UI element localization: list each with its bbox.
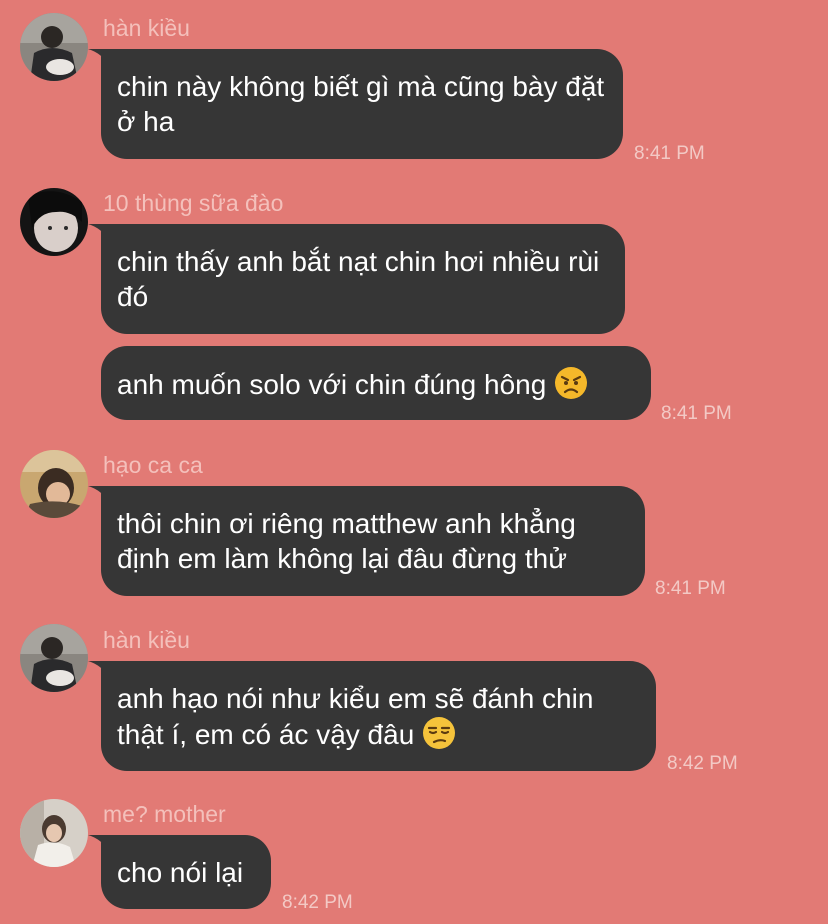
avatar-han-kieu[interactable] (20, 624, 88, 692)
avatar-me-mother[interactable] (20, 799, 88, 867)
sender-name: hàn kiều (103, 627, 190, 653)
bubble-tail (88, 49, 110, 67)
sender-name: 10 thùng sữa đào (103, 190, 284, 216)
message-bubble[interactable]: anh hạo nói như kiểu em sẽ đánh chin thậ… (88, 661, 656, 771)
message-timestamp: 8:41 PM (655, 578, 726, 599)
avatar-hao-ca-ca[interactable] (20, 450, 88, 518)
bubble-tail (88, 835, 110, 853)
message-timestamp: 8:41 PM (661, 403, 732, 424)
unamused-face-icon (423, 717, 456, 749)
message-bubble[interactable]: chin này không biết gì mà cũng bày đặt ở… (88, 49, 623, 159)
sender-name: hạo ca ca (103, 452, 203, 478)
bubble-tail (88, 224, 110, 242)
avatar-han-kieu[interactable] (20, 13, 88, 81)
message-text: chin này không biết gì mà cũng bày đặt ở… (117, 71, 605, 137)
message-timestamp: 8:41 PM (634, 143, 705, 164)
message-bubble[interactable]: cho nói lại (88, 835, 271, 909)
message-text: anh muốn solo với chin đúng hông (117, 369, 547, 400)
bubble-tail (88, 661, 110, 679)
message-timestamp: 8:42 PM (282, 892, 353, 913)
message-text: thôi chin ơi riêng matthew anh khẳng địn… (117, 508, 576, 574)
message-text: cho nói lại (117, 857, 244, 888)
message-text: anh hạo nói như kiểu em sẽ đánh chin thậ… (117, 683, 594, 750)
sender-name: me? mother (103, 801, 226, 827)
message-bubble[interactable]: chin thấy anh bắt nạt chin hơi nhiều rùi… (88, 224, 625, 334)
avatar-10-thung-sua-dao[interactable] (20, 188, 88, 256)
message-bubble[interactable]: anh muốn solo với chin đúng hông (101, 346, 651, 420)
sender-name: hàn kiều (103, 15, 190, 41)
angry-face-icon (555, 367, 588, 399)
message-text: chin thấy anh bắt nạt chin hơi nhiều rùi… (117, 246, 600, 312)
message-timestamp: 8:42 PM (667, 753, 738, 774)
bubble-tail (88, 486, 110, 504)
message-bubble[interactable]: thôi chin ơi riêng matthew anh khẳng địn… (88, 486, 645, 596)
